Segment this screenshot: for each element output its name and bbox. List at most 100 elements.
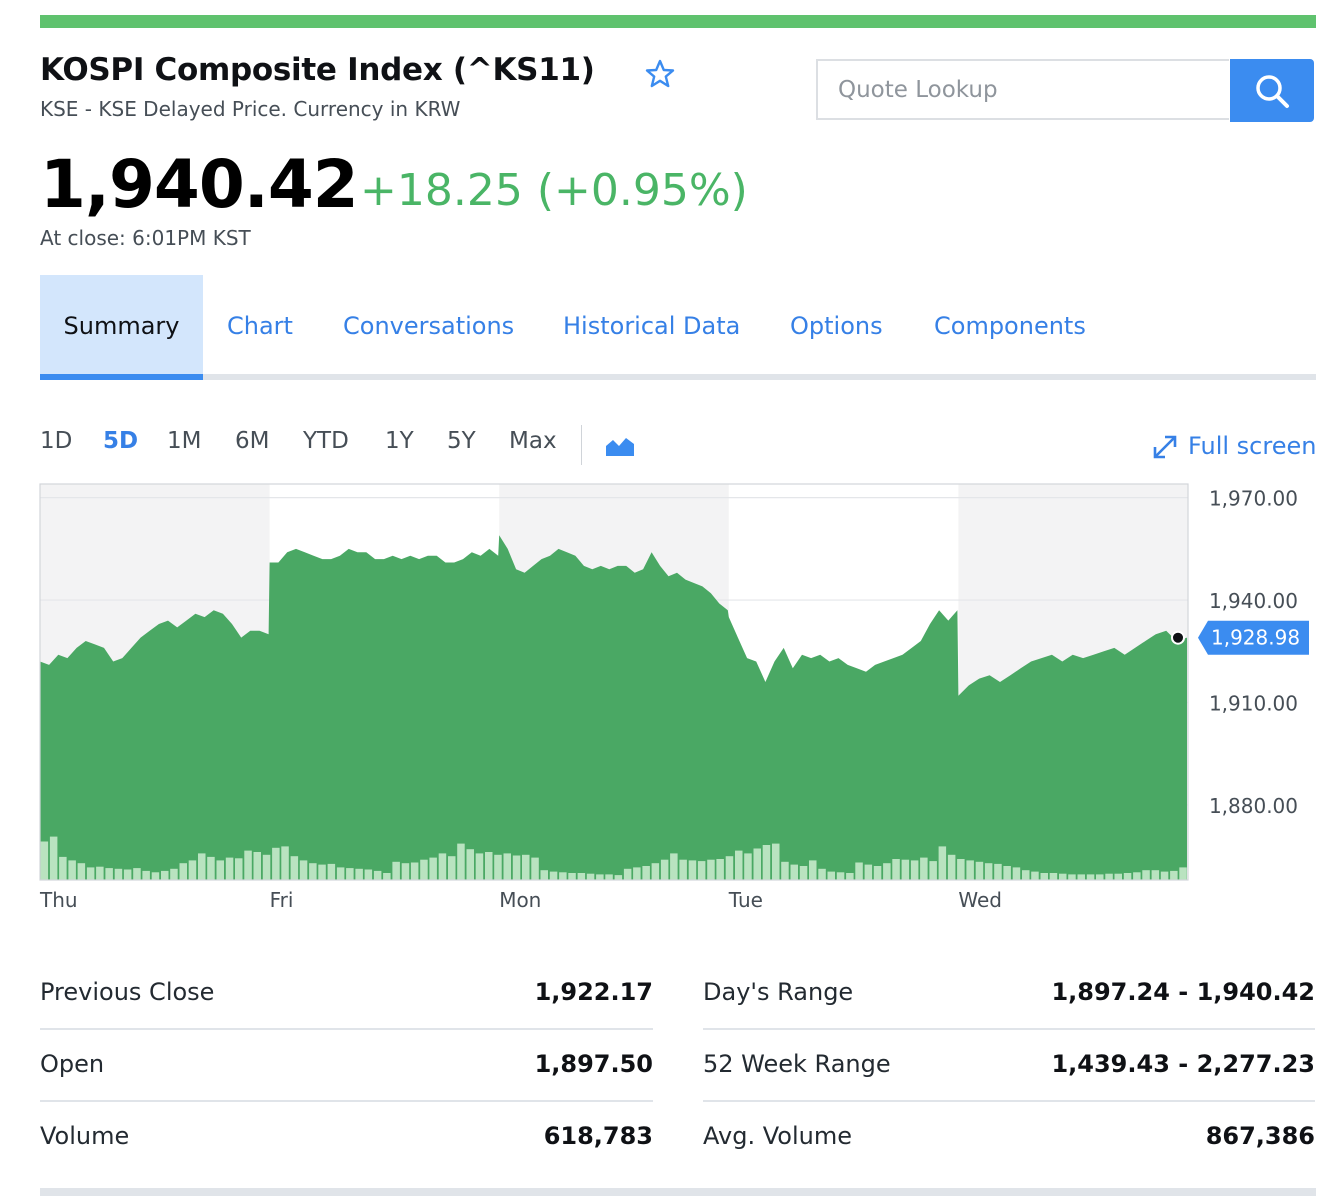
volume-bar: [670, 853, 678, 880]
stat-row-previous-close: Previous Close 1,922.17: [40, 960, 653, 1030]
fullscreen-button[interactable]: Full screen: [1152, 430, 1316, 466]
volume-bar: [1096, 874, 1104, 880]
volume-bar: [522, 854, 530, 880]
top-accent-bar: [40, 15, 1316, 28]
stat-row-days-range: Day's Range 1,897.24 - 1,940.42: [703, 960, 1315, 1030]
current-price: 1,940.42: [40, 146, 359, 223]
x-tick-label: Thu: [39, 888, 78, 912]
x-tick-label: Fri: [270, 888, 294, 912]
tab-chart[interactable]: Chart: [227, 275, 293, 380]
x-tick-label: Wed: [958, 888, 1002, 912]
y-tick-label: 1,970.00: [1209, 487, 1298, 511]
volume-bar: [512, 855, 521, 880]
volume-bar: [1003, 866, 1011, 880]
volume-bar: [207, 856, 215, 880]
volume-bar: [633, 867, 641, 880]
volume-bar: [448, 856, 456, 880]
volume-bar: [457, 843, 465, 880]
current-price-label: 1,928.98: [1211, 626, 1300, 650]
volume-bar: [549, 871, 558, 880]
tab-components[interactable]: Components: [934, 275, 1086, 380]
tab-summary[interactable]: Summary: [40, 275, 203, 380]
current-price-dot: [1171, 630, 1185, 645]
stat-row-52-week-range: 52 Week Range 1,439.43 - 2,277.23: [703, 1032, 1315, 1102]
range-1m[interactable]: 1M: [167, 428, 201, 454]
range-separator: [581, 425, 582, 465]
volume-bar: [188, 860, 197, 880]
volume-bar: [651, 863, 660, 880]
expand-icon: [1153, 435, 1177, 459]
volume-bar: [1086, 874, 1095, 880]
volume-bar: [438, 853, 447, 880]
volume-bar: [161, 870, 169, 880]
search-icon: [1256, 74, 1289, 108]
volume-bar: [790, 864, 798, 880]
range-1d[interactable]: 1D: [40, 428, 72, 454]
volume-bar: [170, 868, 178, 880]
volume-bar: [133, 868, 141, 880]
volume-bar: [679, 859, 687, 880]
volume-bar: [262, 854, 271, 880]
volume-bar: [873, 866, 882, 880]
volume-bar: [1179, 867, 1187, 880]
volume-bar: [762, 845, 771, 880]
search-button[interactable]: [1230, 59, 1314, 122]
volume-bar: [994, 863, 1002, 880]
volume-bar: [179, 863, 187, 880]
tab-historical-data[interactable]: Historical Data: [563, 275, 740, 380]
tab-conversations[interactable]: Conversations: [343, 275, 514, 380]
volume-bar: [966, 860, 974, 880]
volume-bar: [355, 868, 363, 880]
volume-bar: [40, 841, 49, 880]
volume-bar: [642, 866, 650, 880]
range-1y[interactable]: 1Y: [385, 428, 414, 454]
quote-lookup-input[interactable]: [816, 59, 1229, 120]
mountain-chart-icon[interactable]: [604, 434, 636, 458]
volume-bar: [151, 872, 160, 880]
y-tick-label: 1,880.00: [1209, 794, 1298, 818]
volume-bar: [1031, 871, 1039, 880]
volume-bar: [290, 856, 299, 880]
volume-bar: [59, 856, 67, 880]
volume-bar: [929, 861, 937, 880]
stat-value: 1,922.17: [534, 978, 653, 1006]
volume-bar: [1068, 874, 1076, 880]
range-5y[interactable]: 5Y: [447, 428, 476, 454]
volume-bar: [1170, 870, 1178, 880]
range-ytd[interactable]: YTD: [303, 428, 349, 454]
volume-bar: [318, 864, 326, 880]
volume-bar: [253, 852, 261, 880]
volume-bar: [503, 853, 511, 880]
volume-bar: [846, 873, 854, 880]
range-6m[interactable]: 6M: [235, 428, 269, 454]
price-chart[interactable]: 1,970.00 1,940.00 1,910.00 1,880.00 Thu Fri Mo…: [0, 480, 1339, 920]
stat-row-open: Open 1,897.50: [40, 1032, 653, 1102]
volume-bar: [1142, 870, 1150, 880]
volume-bar: [772, 843, 780, 880]
volume-bar: [577, 873, 586, 880]
stat-row-volume: Volume 618,783: [40, 1104, 653, 1174]
star-outline-icon[interactable]: [644, 58, 676, 90]
volume-bar: [494, 854, 502, 880]
volume-bar: [142, 870, 150, 880]
stat-label: Avg. Volume: [703, 1122, 852, 1150]
volume-bar: [299, 860, 308, 880]
volume-bar: [1160, 871, 1169, 880]
range-5d[interactable]: 5D: [103, 428, 138, 454]
volume-bar: [531, 857, 539, 880]
tab-options[interactable]: Options: [790, 275, 883, 380]
volume-bar: [1077, 874, 1085, 880]
volume-bar: [688, 860, 697, 880]
volume-bar: [1133, 872, 1141, 880]
y-tick-label: 1,910.00: [1209, 691, 1298, 715]
volume-bar: [429, 857, 437, 880]
stat-value: 618,783: [543, 1122, 653, 1150]
x-tick-label: Tue: [728, 888, 763, 912]
volume-bar: [540, 870, 548, 880]
volume-bar: [892, 859, 900, 880]
volume-bar: [1040, 873, 1048, 880]
volume-bar: [1059, 873, 1067, 880]
volume-bar: [883, 863, 891, 880]
volume-bar: [123, 869, 132, 880]
range-max[interactable]: Max: [509, 428, 557, 454]
